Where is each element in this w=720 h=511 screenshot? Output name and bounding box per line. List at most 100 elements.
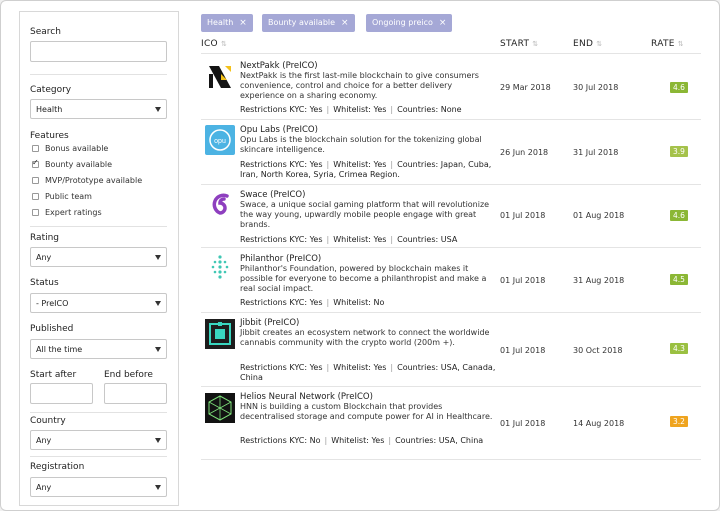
row-divider: [201, 386, 701, 387]
status-value: - PreICO: [36, 299, 69, 308]
ico-description: Jibbit creates an ecosystem network to c…: [240, 328, 490, 347]
filter-sidebar: Search Category Health Features Bonus av…: [19, 11, 179, 506]
registration-label: Registration: [30, 462, 85, 472]
header-label: START: [500, 39, 530, 49]
feature-expert-checkbox[interactable]: Expert ratings: [32, 208, 102, 217]
whitelist-value: No: [373, 298, 385, 307]
kyc-value: Yes: [309, 298, 323, 307]
ico-description: Philanthor's Foundation, powered by bloc…: [240, 264, 487, 293]
opu-labs-logo: opu: [205, 125, 235, 155]
whitelist-label: Whitelist:: [333, 105, 371, 114]
filter-chip-bounty: Bounty available ×: [262, 14, 355, 32]
chevron-down-icon: [155, 107, 161, 112]
row-divider: [201, 459, 701, 460]
ico-name[interactable]: Opu Labs (PreICO): [240, 125, 318, 135]
feature-bounty-checkbox[interactable]: Bounty available: [32, 158, 113, 169]
whitelist-label: Whitelist:: [333, 235, 371, 244]
country-select[interactable]: Any: [30, 430, 167, 450]
ico-name[interactable]: Jibbit (PreICO): [240, 318, 299, 328]
published-value: All the time: [36, 345, 83, 354]
ico-meta: Restrictions KYC: Yes | Whitelist: Yes | Cou…: [240, 235, 458, 244]
end-date: 30 Jul 2018: [573, 83, 619, 92]
status-select[interactable]: - PreICO: [30, 293, 167, 313]
column-header-ico[interactable]: ICO ⇅: [201, 39, 227, 49]
whitelist-value: Yes: [373, 363, 387, 372]
column-header-start[interactable]: START ⇅: [500, 39, 538, 49]
whitelist-label: Whitelist:: [333, 363, 371, 372]
feature-mvp-checkbox[interactable]: MVP/Prototype available: [32, 176, 142, 185]
published-label: Published: [30, 324, 74, 334]
end-date: 31 Aug 2018: [573, 276, 625, 285]
countries-value: USA, China: [438, 436, 484, 445]
rating-label: Rating: [30, 233, 60, 243]
kyc-value: Yes: [309, 363, 323, 372]
filter-chip-preico: Ongoing preico ×: [366, 14, 453, 32]
chip-label: Ongoing preico: [372, 18, 433, 27]
countries-label: Countries:: [397, 363, 439, 372]
header-label: END: [573, 39, 594, 49]
feature-bonus-checkbox[interactable]: Bonus available: [32, 144, 108, 153]
start-date: 26 Jun 2018: [500, 148, 549, 157]
philanthor-logo: [205, 253, 235, 283]
header-label: ICO: [201, 39, 218, 49]
restrictions-label: Restrictions KYC:: [240, 160, 308, 169]
ico-name[interactable]: NextPakk (PreICO): [240, 61, 318, 71]
start-date: 01 Jul 2018: [500, 419, 546, 428]
search-input[interactable]: [30, 41, 167, 62]
ico-meta: Restrictions KYC: Yes | Whitelist: Yes | Cou…: [240, 105, 462, 114]
chevron-down-icon: [155, 485, 161, 490]
start-date: 01 Jul 2018: [500, 211, 546, 220]
countries-value: None: [440, 105, 462, 114]
kyc-value: No: [309, 436, 321, 445]
feature-label: MVP/Prototype available: [45, 176, 143, 185]
end-before-label: End before: [104, 370, 153, 380]
whitelist-label: Whitelist:: [333, 298, 371, 307]
search-label: Search: [30, 27, 61, 37]
ico-meta: Restrictions KYC: Yes | Whitelist: No: [240, 298, 385, 307]
end-before-input[interactable]: [104, 383, 167, 404]
feature-label: Bounty available: [45, 160, 113, 169]
nextpakk-logo: [205, 62, 235, 92]
start-after-label: Start after: [30, 370, 77, 380]
registration-select[interactable]: Any: [30, 477, 167, 497]
rating-value: Any: [36, 253, 52, 262]
close-icon[interactable]: ×: [341, 18, 349, 28]
close-icon[interactable]: ×: [239, 18, 247, 28]
column-header-end[interactable]: END ⇅: [573, 39, 602, 49]
whitelist-label: Whitelist:: [331, 436, 369, 445]
feature-team-checkbox[interactable]: Public team: [32, 192, 92, 201]
close-icon[interactable]: ×: [439, 18, 447, 28]
countries-label: Countries:: [397, 160, 439, 169]
column-header-rate[interactable]: RATE ⇅: [651, 39, 684, 49]
row-divider: [201, 184, 701, 185]
rating-badge: 3.2: [670, 416, 688, 427]
category-select[interactable]: Health: [30, 99, 167, 119]
chevron-down-icon: [155, 347, 161, 352]
end-date: 01 Aug 2018: [573, 211, 625, 220]
svg-text:opu: opu: [214, 138, 226, 145]
countries-label: Countries:: [395, 436, 437, 445]
restrictions-label: Restrictions KYC:: [240, 363, 308, 372]
start-after-input[interactable]: [30, 383, 93, 404]
ico-meta: Restrictions KYC: Yes | Whitelist: Yes | Cou…: [240, 363, 496, 382]
ico-name[interactable]: Philanthor (PreICO): [240, 254, 321, 264]
divider: [30, 226, 167, 227]
kyc-value: Yes: [309, 235, 323, 244]
rating-badge: 4.3: [670, 343, 688, 354]
restrictions-label: Restrictions KYC:: [240, 436, 308, 445]
kyc-value: Yes: [309, 160, 323, 169]
ico-name[interactable]: Swace (PreICO): [240, 190, 305, 200]
rating-select[interactable]: Any: [30, 247, 167, 267]
category-label: Category: [30, 85, 72, 95]
checkbox-icon: [32, 209, 39, 216]
ico-name[interactable]: Helios Neural Network (PreICO): [240, 392, 373, 402]
end-date: 31 Jul 2018: [573, 148, 619, 157]
feature-label: Bonus available: [45, 144, 109, 153]
swace-logo: [205, 189, 235, 219]
published-select[interactable]: All the time: [30, 339, 167, 359]
ico-description: NextPakk is the first last-mile blockcha…: [240, 71, 479, 100]
restrictions-label: Restrictions KYC:: [240, 298, 308, 307]
helios-logo: [205, 393, 235, 423]
countries-label: Countries:: [397, 105, 439, 114]
divider: [30, 74, 167, 75]
